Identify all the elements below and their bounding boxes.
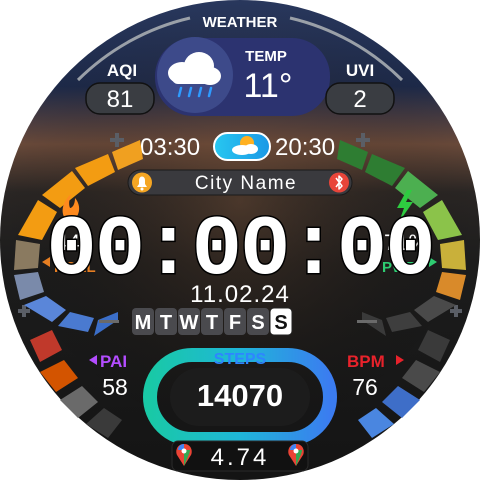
watch-face: WEATHER TEMP 11° AQI 81 UVI 2 03:30 20:3… — [0, 0, 480, 480]
weekday-right-dash — [357, 320, 377, 323]
distance-value: 4.74 — [211, 444, 270, 471]
weekday-3: T — [201, 308, 223, 335]
uvi-value: 2 — [353, 86, 366, 113]
temp-value: 11° — [244, 67, 293, 105]
weekday-letter: S — [274, 312, 287, 334]
city-name: City Name — [195, 173, 297, 194]
weekday-left-dash — [99, 320, 119, 323]
uvi-label: UVI — [346, 61, 374, 80]
bpm-label: BPM — [347, 352, 385, 371]
date-text: 11.02.24 — [190, 281, 290, 308]
weekday-letter: W — [180, 312, 199, 334]
sunset-time: 20:30 — [275, 134, 335, 161]
weekday-4: F — [224, 308, 246, 335]
pai-value: 58 — [102, 374, 128, 400]
weekday-2: W — [178, 308, 200, 335]
weekday-letter: T — [160, 312, 172, 334]
weekday-1: T — [155, 308, 177, 335]
steps-label: STEPS — [214, 351, 267, 368]
temp-label: TEMP — [245, 48, 287, 65]
weekday-0: M — [132, 308, 154, 335]
weekday-6: S — [269, 307, 293, 336]
steps-value: 14070 — [197, 378, 283, 413]
sunrise-time: 03:30 — [140, 134, 200, 161]
bpm-value: 76 — [352, 374, 378, 400]
weekday-letter: F — [229, 312, 241, 334]
weekday-row: MTWTFSS — [132, 307, 293, 336]
pai-label: PAI — [100, 352, 127, 371]
header-title: WEATHER — [203, 14, 278, 31]
weekday-letter: M — [135, 312, 152, 334]
weekday-letter: T — [206, 312, 218, 334]
weekday-letter: S — [251, 312, 264, 334]
weekday-5: S — [247, 308, 269, 335]
aqi-value: 81 — [107, 86, 134, 113]
aqi-label: AQI — [107, 61, 137, 80]
